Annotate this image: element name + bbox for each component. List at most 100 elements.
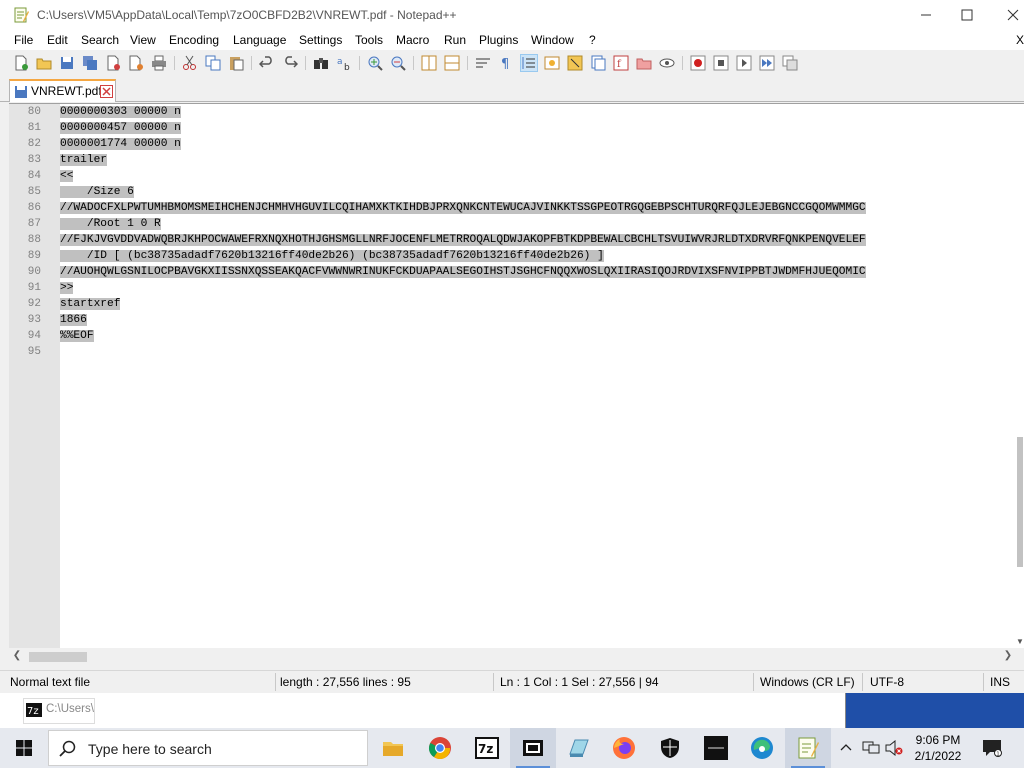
chrome-icon: [428, 737, 451, 760]
macro-stop-button[interactable]: [712, 54, 730, 72]
title-bar[interactable]: C:\Users\VM5\AppData\Local\Temp\7zO0CBFD…: [0, 0, 1024, 30]
horizontal-scrollbar[interactable]: ❮ ❯: [9, 648, 1024, 665]
show-all-characters-button[interactable]: ¶: [497, 54, 515, 72]
vertical-scrollbar[interactable]: ▼: [1016, 104, 1024, 648]
background-7zip-window[interactable]: 7z C:\Users\: [0, 693, 846, 728]
menu-plugins[interactable]: Plugins: [479, 33, 518, 47]
save-button[interactable]: [58, 54, 76, 72]
action-center-button[interactable]: 1: [978, 728, 1006, 768]
save-icon: [61, 57, 73, 69]
close-window-button[interactable]: [990, 0, 1024, 30]
paste-button[interactable]: [227, 54, 245, 72]
indent-guide-button[interactable]: [520, 54, 538, 72]
line-number: 84: [27, 170, 41, 182]
line-number: 88: [27, 234, 41, 246]
menu-macro[interactable]: Macro: [396, 33, 429, 47]
menu-encoding[interactable]: Encoding: [169, 33, 219, 47]
menu-view[interactable]: View: [130, 33, 156, 47]
record-icon: [690, 55, 706, 71]
find-button[interactable]: [312, 54, 330, 72]
menu-window[interactable]: Window: [531, 33, 574, 47]
cut-button[interactable]: [181, 54, 199, 72]
print-button[interactable]: [150, 54, 168, 72]
text-editor[interactable]: 80 81 82 83 84 85 86 87 88 89 90 91 92 9…: [9, 103, 1024, 648]
scroll-right-arrow-icon[interactable]: ❯: [1002, 650, 1014, 662]
macro-run-multiple-button[interactable]: [758, 54, 776, 72]
menu-language[interactable]: Language: [233, 33, 286, 47]
maximize-button[interactable]: [944, 0, 990, 30]
toolbar-separator: [305, 56, 306, 70]
menu-tools[interactable]: Tools: [355, 33, 383, 47]
macro-save-button[interactable]: [781, 54, 799, 72]
7zip-icon: 7z: [475, 737, 499, 759]
tab-vnrewt-pdf[interactable]: VNREWT.pdf: [9, 79, 116, 102]
close-all-button[interactable]: [127, 54, 145, 72]
user-defined-language-button[interactable]: [543, 54, 561, 72]
show-hidden-icons-button[interactable]: [836, 728, 856, 768]
scroll-down-arrow-icon[interactable]: ▼: [1016, 637, 1024, 647]
status-separator: [275, 673, 276, 691]
code-line: <<: [60, 168, 74, 184]
taskbar-media-player[interactable]: [510, 728, 556, 768]
scroll-left-arrow-icon[interactable]: ❮: [11, 650, 23, 662]
save-all-button[interactable]: [81, 54, 99, 72]
new-file-button[interactable]: [12, 54, 30, 72]
taskbar-clock[interactable]: 9:06 PM 2/1/2022: [905, 732, 971, 764]
taskbar-7zip[interactable]: 7z: [464, 728, 510, 768]
taskbar-network-share[interactable]: [556, 728, 602, 768]
monitoring-button[interactable]: [658, 54, 676, 72]
macro-record-button[interactable]: [689, 54, 707, 72]
document-list-button[interactable]: [589, 54, 607, 72]
taskbar-security[interactable]: [647, 728, 693, 768]
taskbar-chrome[interactable]: [417, 728, 463, 768]
code-area[interactable]: 0000000303 00000 n 0000000457 00000 n 00…: [60, 104, 1016, 648]
network-status-button[interactable]: [859, 728, 883, 768]
volume-button[interactable]: [883, 728, 905, 768]
background-window-tab[interactable]: 7z C:\Users\: [23, 698, 95, 724]
open-file-button[interactable]: [35, 54, 53, 72]
edge-icon: [751, 737, 773, 759]
line-number: 83: [27, 154, 41, 166]
taskbar-search-box[interactable]: Type here to search: [48, 730, 368, 766]
taskbar-dark-app[interactable]: [693, 728, 739, 768]
redo-button[interactable]: [281, 54, 299, 72]
toolbar: ab ¶ f: [0, 50, 1024, 76]
sync-vertical-button[interactable]: [420, 54, 438, 72]
menu-file[interactable]: File: [14, 33, 33, 47]
start-button[interactable]: [0, 728, 48, 768]
notepad-plus-plus-icon: [798, 737, 819, 759]
menu-close-document[interactable]: X: [1016, 33, 1024, 47]
zoom-out-button[interactable]: [389, 54, 407, 72]
close-file-button[interactable]: [104, 54, 122, 72]
line-number: 90: [27, 266, 41, 278]
function-list-button[interactable]: f: [612, 54, 630, 72]
svg-text:1: 1: [996, 751, 1000, 757]
undo-button[interactable]: [258, 54, 276, 72]
speaker-muted-icon: [885, 740, 903, 756]
folder-as-workspace-button[interactable]: [635, 54, 653, 72]
zoom-out-icon: [391, 56, 406, 71]
close-tab-icon[interactable]: [100, 85, 113, 98]
selected-text: trailer: [60, 154, 107, 166]
replace-button[interactable]: ab: [335, 54, 353, 72]
sync-horizontal-button[interactable]: [443, 54, 461, 72]
taskbar-notepad-plus-plus[interactable]: [785, 728, 831, 768]
menu-help[interactable]: ?: [589, 33, 596, 47]
notepad-plus-plus-window: C:\Users\VM5\AppData\Local\Temp\7zO0CBFD…: [0, 0, 1024, 693]
taskbar-file-explorer[interactable]: [370, 728, 416, 768]
copy-button[interactable]: [204, 54, 222, 72]
menu-run[interactable]: Run: [444, 33, 466, 47]
macro-play-button[interactable]: [735, 54, 753, 72]
taskbar-edge[interactable]: [739, 728, 785, 768]
horizontal-scroll-thumb[interactable]: [29, 652, 87, 662]
word-wrap-button[interactable]: [474, 54, 492, 72]
menu-search[interactable]: Search: [81, 33, 119, 47]
zoom-in-button[interactable]: [366, 54, 384, 72]
menu-edit[interactable]: Edit: [47, 33, 68, 47]
minimize-button[interactable]: [903, 0, 949, 30]
menu-settings[interactable]: Settings: [299, 33, 342, 47]
selected-text: /Size 6: [60, 186, 134, 198]
taskbar-firefox[interactable]: [601, 728, 647, 768]
vertical-scroll-thumb[interactable]: [1017, 437, 1023, 567]
document-map-button[interactable]: [566, 54, 584, 72]
